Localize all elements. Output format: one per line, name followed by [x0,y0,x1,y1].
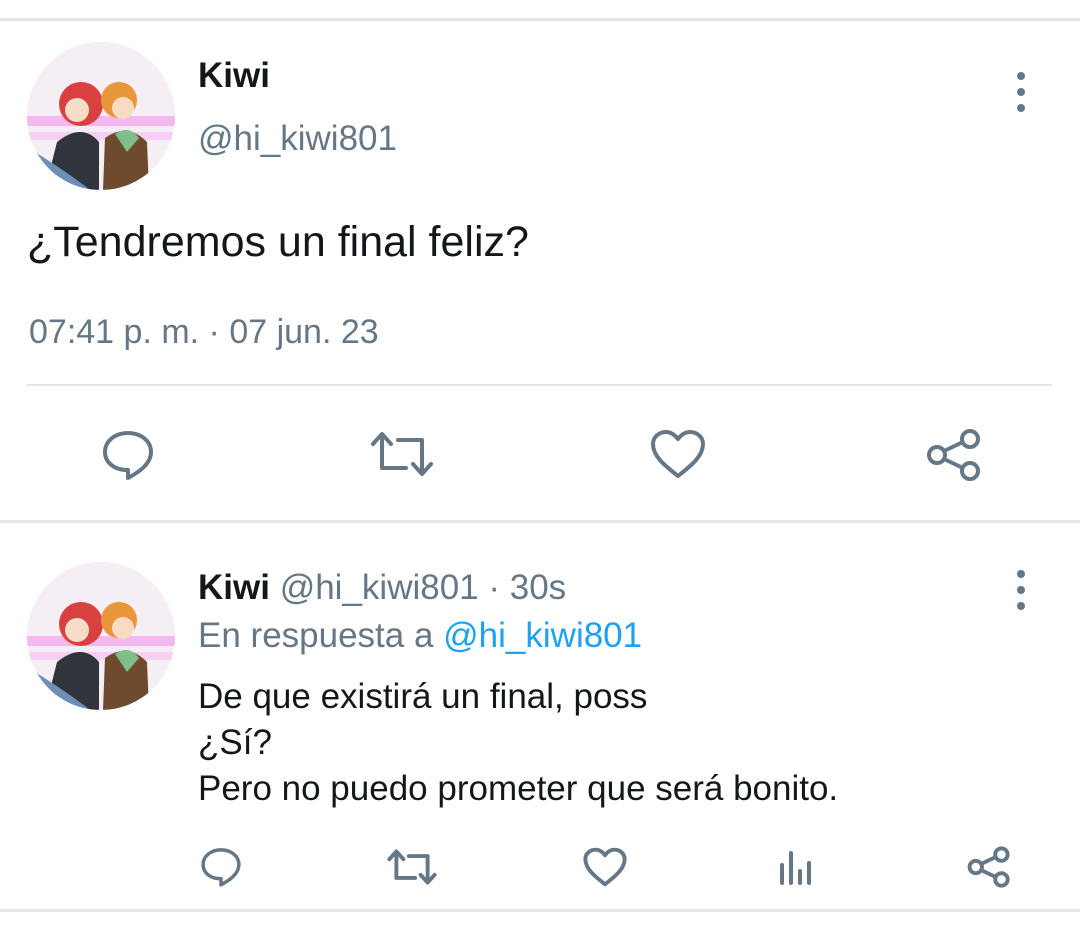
retweet-icon[interactable] [370,430,434,478]
reply-context: En respuesta a @hi_kiwi801 [198,616,642,656]
reply-header: Kiwi @hi_kiwi801 · 30s [198,568,566,608]
bottom-divider [0,909,1080,912]
tweet-timestamp[interactable]: 07:41 p. m. · 07 jun. 23 [29,313,379,352]
mention-link[interactable]: @hi_kiwi801 [443,616,642,655]
reply-icon[interactable] [200,846,242,888]
share-icon[interactable] [926,428,982,482]
display-name[interactable]: Kiwi [198,568,270,607]
analytics-icon[interactable] [778,849,814,887]
main-tweet-inner-divider [27,384,1052,386]
reply-icon[interactable] [101,428,155,482]
avatar[interactable] [27,42,175,190]
more-options-icon[interactable] [1009,570,1033,610]
share-icon[interactable] [967,846,1011,888]
more-options-icon[interactable] [1009,72,1033,112]
retweet-icon[interactable] [387,848,437,886]
tweet-line: ¿Sí? [198,723,272,762]
tweet-text: ¿Tendremos un final feliz? [27,218,529,266]
like-icon[interactable] [650,429,706,479]
reply-prefix: En respuesta a [198,616,444,655]
top-divider [0,18,1080,21]
display-name[interactable]: Kiwi [198,56,270,96]
handle-and-time[interactable]: @hi_kiwi801 · 30s [280,568,567,607]
section-divider [0,520,1080,523]
tweet-line: De que existirá un final, poss [198,677,648,716]
tweet-text: De que existirá un final, poss ¿Sí? Pero… [198,674,838,812]
tweet-line: Pero no puedo prometer que será bonito. [198,769,839,808]
like-icon[interactable] [583,847,627,887]
avatar[interactable] [27,562,175,710]
user-handle[interactable]: @hi_kiwi801 [198,119,397,159]
